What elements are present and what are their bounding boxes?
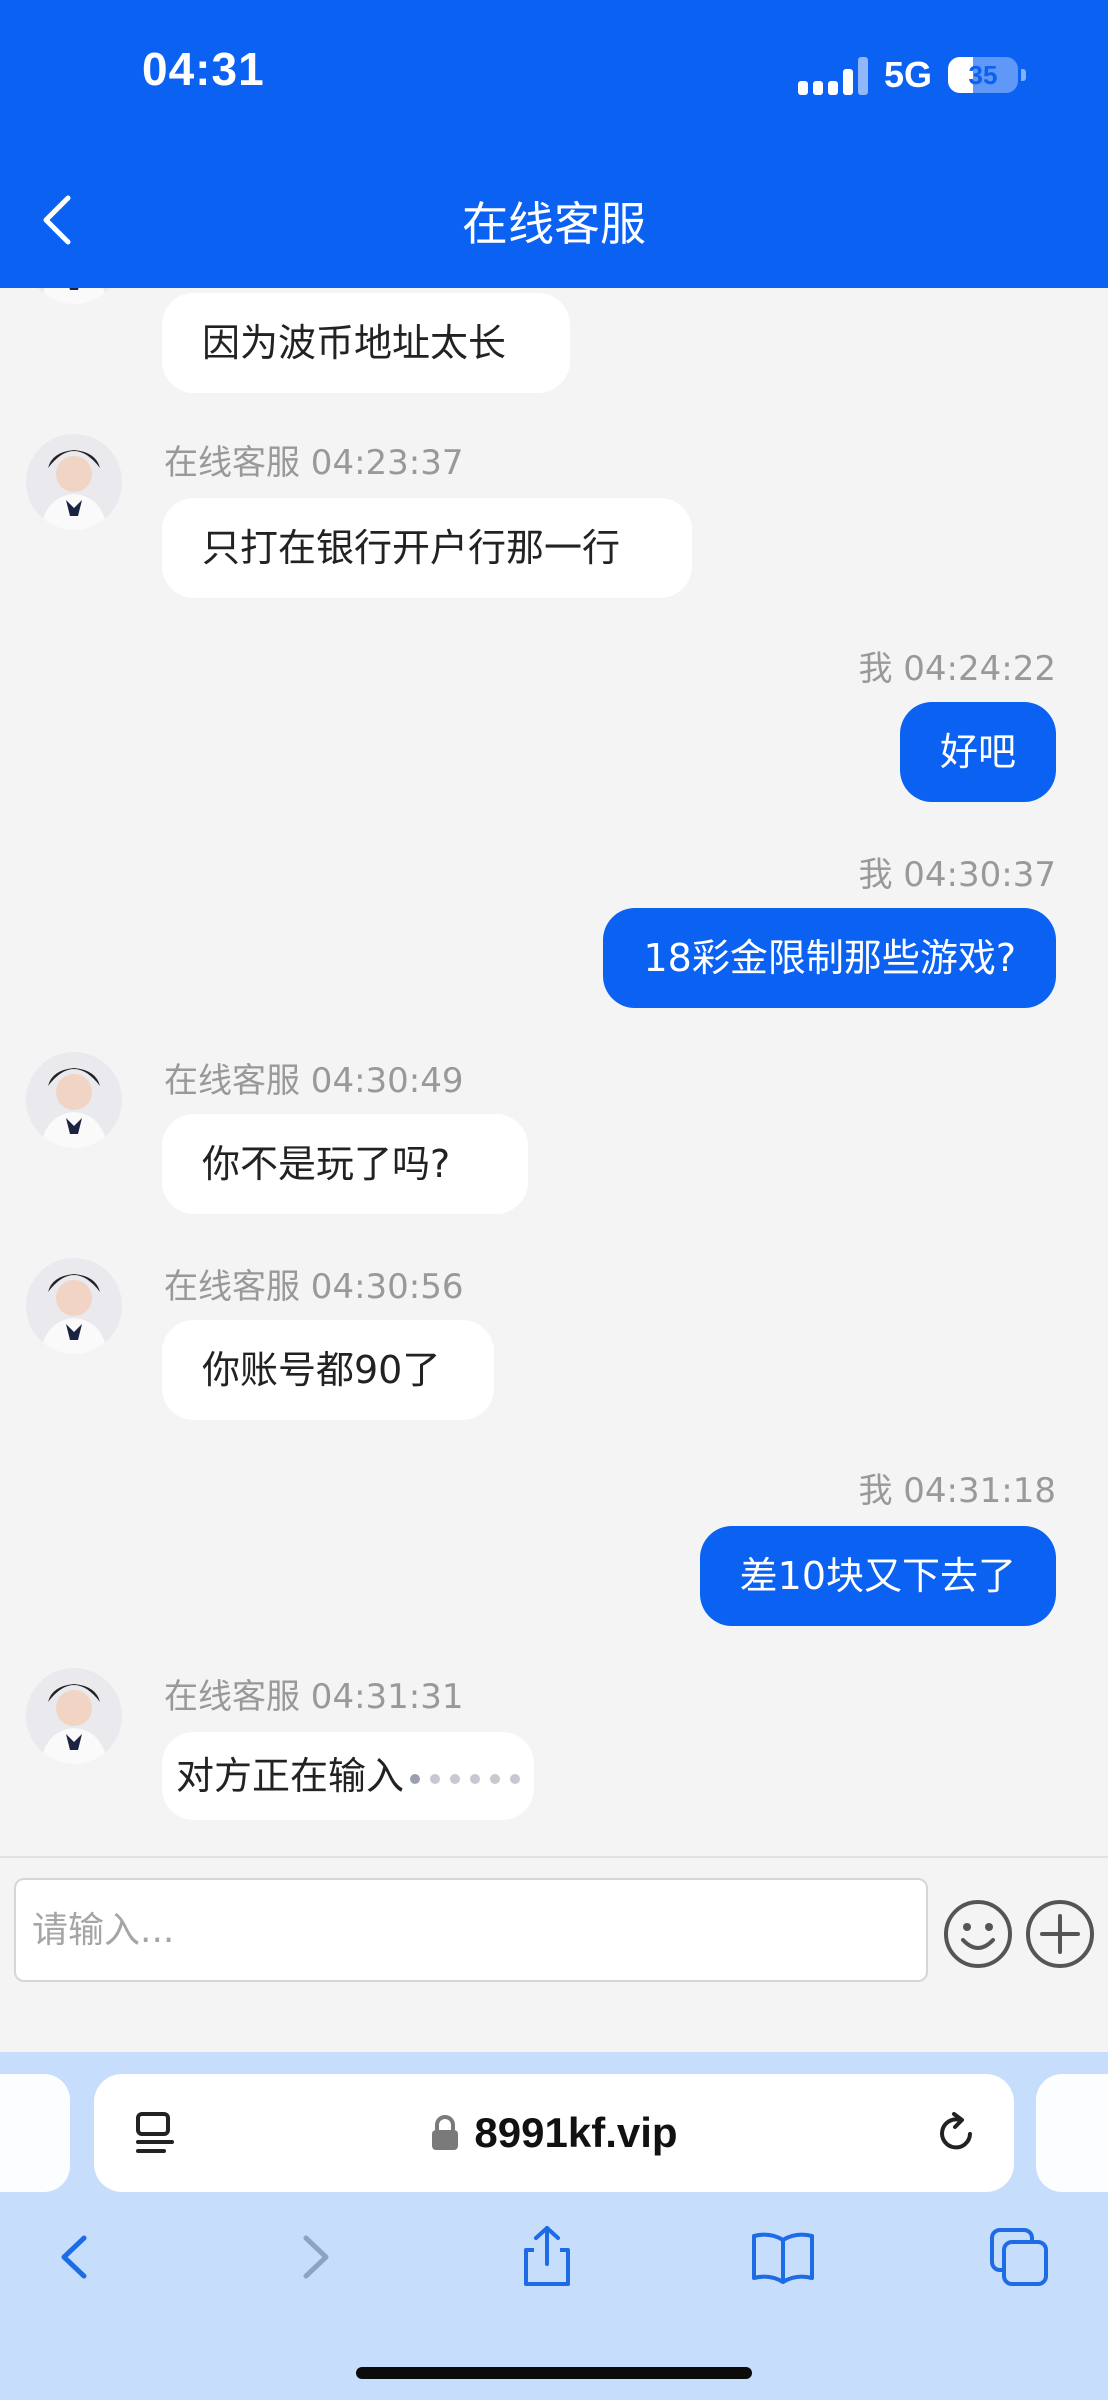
message-meta: 我 04:31:18 (858, 1471, 1056, 1511)
bookmarks-button[interactable] (748, 2222, 818, 2292)
previous-tab-peek[interactable] (0, 2074, 70, 2192)
lock-icon (432, 2115, 459, 2150)
browser-back-button[interactable] (40, 2222, 110, 2292)
forward-icon (303, 2235, 329, 2279)
message-bubble-agent: 你账号都90了 (162, 1320, 494, 1420)
share-icon (524, 2226, 570, 2286)
message-bubble-agent: 因为波币地址太长 (162, 293, 570, 393)
address-bar[interactable]: 8991kf.vip (94, 2074, 1014, 2192)
agent-avatar (26, 1668, 122, 1764)
bookmarks-icon (752, 2232, 814, 2284)
agent-avatar (26, 1052, 122, 1148)
signal-icon (797, 55, 868, 95)
emoji-icon (944, 1900, 1012, 1968)
message-bubble-agent: 你不是玩了吗? (162, 1114, 528, 1214)
add-button[interactable] (1024, 1898, 1096, 1970)
message-meta: 在线客服 04:31:31 (164, 1677, 464, 1717)
message-meta: 在线客服 04:23:37 (164, 443, 464, 483)
message-meta: 我 04:30:37 (858, 855, 1056, 895)
message-input-bar (0, 1856, 1108, 2054)
message-bubble-agent: 只打在银行开户行那一行 (162, 498, 692, 598)
url-text: 8991kf.vip (474, 2109, 678, 2156)
status-indicators: 5G 35 (797, 50, 1026, 100)
page-title: 在线客服 (462, 197, 646, 251)
chat-list[interactable]: 因为波币地址太长 在线客服 04:23:37 只打在银行开户行那一行 我 04:… (0, 288, 1108, 1856)
message-bubble-user: 好吧 (899, 702, 1056, 802)
battery-level: 35 (968, 59, 998, 90)
browser-forward-button[interactable] (280, 2222, 350, 2292)
plus-icon (1026, 1900, 1094, 1968)
message-bubble-user: 差10块又下去了 (699, 1526, 1056, 1626)
message-meta: 我 04:24:22 (858, 649, 1056, 689)
message-meta: 在线客服 04:30:56 (164, 1267, 464, 1307)
agent-avatar (26, 434, 122, 530)
typing-text: 对方正在输入 (176, 1754, 405, 1798)
app-header: 04:31 5G 35 在线客服 (0, 0, 1108, 288)
browser-toolbar: 8991kf.vip (0, 2052, 1108, 2400)
tabs-icon (990, 2228, 1048, 2286)
agent-avatar (26, 288, 122, 304)
typing-indicator-bubble: 对方正在输入 (162, 1732, 535, 1820)
battery-icon: 35 (948, 57, 1026, 93)
reload-icon (940, 2112, 972, 2150)
home-indicator (356, 2367, 752, 2379)
message-bubble-user: 18彩金限制那些游戏? (603, 908, 1056, 1008)
back-icon (61, 2235, 87, 2279)
reader-icon (136, 2112, 174, 2153)
emoji-button[interactable] (942, 1898, 1014, 1970)
next-tab-peek[interactable] (1036, 2074, 1108, 2192)
agent-avatar (26, 1258, 122, 1354)
network-type: 5G (883, 54, 932, 95)
tabs-button[interactable] (984, 2222, 1054, 2292)
typing-dots (410, 1773, 521, 1784)
share-button[interactable] (512, 2222, 582, 2292)
reader-button[interactable] (134, 2110, 180, 2160)
status-time: 04:31 (142, 43, 265, 95)
message-input[interactable] (14, 1878, 928, 1982)
reload-button[interactable] (934, 2110, 980, 2160)
message-meta: 在线客服 04:30:49 (164, 1061, 464, 1101)
